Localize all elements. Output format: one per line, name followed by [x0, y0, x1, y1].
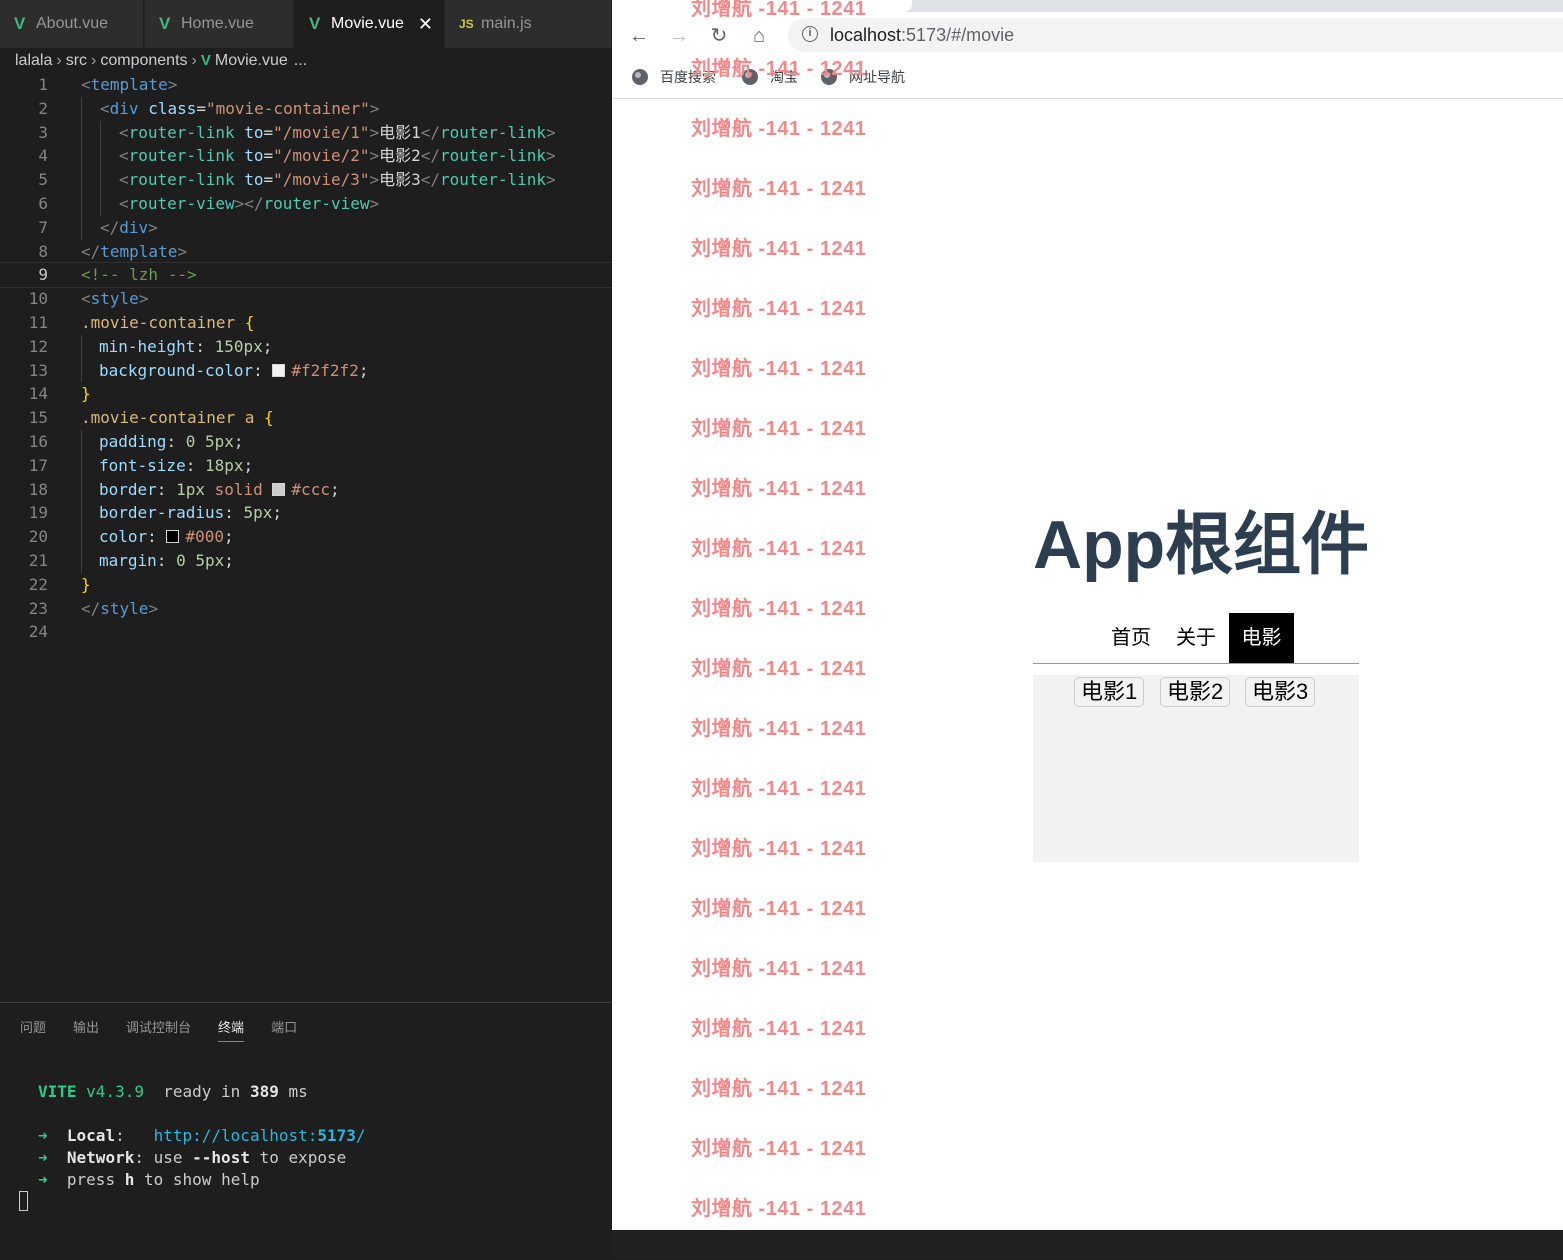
code-line: 17 font-size: 18px;: [0, 453, 612, 478]
app-root: App根组件 首页 关于 电影 电影1 电影2 电影3: [1033, 505, 1370, 862]
app-nav: 首页 关于 电影: [1033, 613, 1359, 664]
code-line: 24: [28, 622, 48, 642]
terminal-output[interactable]: VITE v4.3.9 ready in 389 ms ➜ Local: htt…: [38, 1081, 366, 1191]
vue-file-icon: V: [159, 14, 171, 33]
watermark-text: 刘增航 -141 - 1241: [691, 1138, 867, 1160]
code-line: 1 <template>: [38, 75, 178, 94]
tab-problems[interactable]: 问题: [20, 1017, 46, 1041]
code-line: 12 min-height: 150px;: [0, 334, 612, 359]
watermark-text: 刘增航 -141 - 1241: [691, 418, 867, 440]
vue-file-icon: V: [14, 14, 26, 33]
chevron-right-icon: ›: [91, 52, 97, 69]
code-line: 6 <router-view></router-view>: [0, 191, 612, 216]
close-icon[interactable]: ✕: [418, 0, 433, 48]
chevron-right-icon: ›: [191, 52, 197, 69]
watermark-text: 刘增航 -141 - 1241: [691, 778, 867, 800]
movie-container: 电影1 电影2 电影3: [1033, 675, 1359, 862]
watermark-text: 刘增航 -141 - 1241: [691, 118, 867, 140]
code-line: 16 padding: 0 5px;: [0, 429, 612, 454]
breadcrumb: lalala › src › components › V Movie.vue...: [15, 50, 307, 72]
code-line: 20 color: #000;: [0, 525, 612, 549]
tab-debug-console[interactable]: 调试控制台: [126, 1017, 191, 1041]
code-line: 19 border-radius: 5px;: [0, 501, 612, 526]
code-line: 11 .movie-container {: [28, 312, 255, 332]
code-line: 10 <style>: [28, 289, 149, 309]
terminal-panel: 问题 输出 调试控制台 终端 端口 VITE v4.3.9 ready in 389 m…: [0, 1002, 612, 1260]
code-editor: V About.vue V Home.vue V Movie.vue ✕ JS main…: [0, 0, 613, 1260]
nav-link-home[interactable]: 首页: [1101, 613, 1161, 663]
vue-file-icon: V: [200, 52, 211, 69]
watermark-text: 刘增航 -141 - 1241: [691, 298, 867, 320]
code-line: 8 </template>: [38, 241, 187, 261]
breadcrumb-item[interactable]: src: [66, 52, 87, 69]
tab-movie-vue[interactable]: V Movie.vue ✕: [295, 0, 444, 48]
color-swatch[interactable]: [272, 482, 286, 496]
code-line-current: 9 <!-- lzh -->: [0, 262, 613, 289]
terminal-cursor: [19, 1191, 28, 1211]
editor-tab-bar: V About.vue V Home.vue V Movie.vue ✕ JS main…: [0, 0, 612, 48]
app-title: App根组件: [1033, 507, 1370, 583]
vue-file-icon: V: [309, 14, 321, 33]
watermark-text: 刘增航 -141 - 1241: [691, 0, 867, 20]
tab-terminal[interactable]: 终端: [218, 1017, 245, 1042]
movie-link-2[interactable]: 电影2: [1160, 677, 1231, 707]
nav-link-about[interactable]: 关于: [1166, 613, 1226, 663]
code-line: 7 </div>: [0, 215, 612, 240]
tab-about-vue[interactable]: V About.vue: [0, 0, 144, 48]
watermark-text: 刘增航 -141 - 1241: [691, 538, 867, 560]
code-line: 4 <router-link to="/movie/2">电影2</router-…: [0, 144, 612, 169]
breadcrumb-item[interactable]: ...: [294, 52, 307, 69]
code-line: 15 .movie-container a {: [28, 408, 274, 428]
tab-ports[interactable]: 端口: [271, 1017, 297, 1041]
code-line: 5 <router-link to="/movie/3">电影3</router-…: [0, 168, 612, 192]
color-swatch[interactable]: [166, 530, 180, 544]
watermark-text: 刘增航 -141 - 1241: [691, 898, 867, 920]
code-line: 22}: [28, 574, 91, 594]
breadcrumb-item[interactable]: lalala: [15, 52, 52, 69]
watermark-text: 刘增航 -141 - 1241: [691, 1198, 867, 1220]
code-line: 14}: [28, 384, 91, 404]
watermark-text: 刘增航 -141 - 1241: [691, 718, 867, 740]
code-area[interactable]: 1 <template> 2 <div class="movie-container…: [0, 73, 613, 644]
watermark-text: 刘增航 -141 - 1241: [691, 1018, 867, 1040]
watermark-text: 刘增航 -141 - 1241: [691, 478, 867, 500]
tab-main-js[interactable]: JS main.js: [445, 0, 612, 48]
code-line: 18 border: 1px solid #ccc;: [0, 477, 612, 502]
movie-link-3[interactable]: 电影3: [1245, 677, 1316, 707]
watermark-text: 刘增航 -141 - 1241: [691, 838, 867, 860]
js-file-icon: JS: [459, 17, 474, 31]
tab-home-vue[interactable]: V Home.vue: [145, 0, 294, 48]
code-line: 13 background-color: #f2f2f2;: [0, 358, 612, 383]
watermark-text: 刘增航 -141 - 1241: [691, 658, 867, 680]
taskbar-strip: [612, 1230, 1563, 1259]
color-swatch[interactable]: [272, 363, 286, 377]
breadcrumb-item[interactable]: Movie.vue: [215, 52, 288, 69]
code-line: 21 margin: 0 5px;: [0, 548, 612, 573]
watermark-text: 刘增航 -141 - 1241: [691, 958, 867, 980]
page-viewport: 刘增航 -141 - 1241 刘增航 -141 - 1241 刘增航 -141 -…: [612, 0, 1563, 1230]
breadcrumb-item[interactable]: components: [100, 52, 187, 69]
code-line: 3 <router-link to="/movie/1">电影1</router-…: [0, 120, 612, 145]
code-line: 23 </style>: [28, 598, 159, 618]
watermark-text: 刘增航 -141 - 1241: [691, 598, 867, 620]
nav-link-movie[interactable]: 电影: [1229, 613, 1294, 663]
watermark-text: 刘增航 -141 - 1241: [691, 58, 867, 80]
browser-window: ← → ↻ ⌂ i localhost:5173/#/movie 百度搜索 淘宝…: [612, 0, 1563, 1230]
chevron-right-icon: ›: [56, 52, 62, 69]
panel-tabs: 问题 输出 调试控制台 终端 端口: [20, 1017, 324, 1042]
watermark-text: 刘增航 -141 - 1241: [691, 238, 867, 260]
watermark-text: 刘增航 -141 - 1241: [691, 358, 867, 380]
watermark-text: 刘增航 -141 - 1241: [691, 178, 867, 200]
movie-link-1[interactable]: 电影1: [1074, 677, 1145, 707]
tab-output[interactable]: 输出: [73, 1017, 99, 1041]
code-line: 2 <div class="movie-container">: [0, 96, 612, 121]
watermark-text: 刘增航 -141 - 1241: [691, 1078, 867, 1100]
